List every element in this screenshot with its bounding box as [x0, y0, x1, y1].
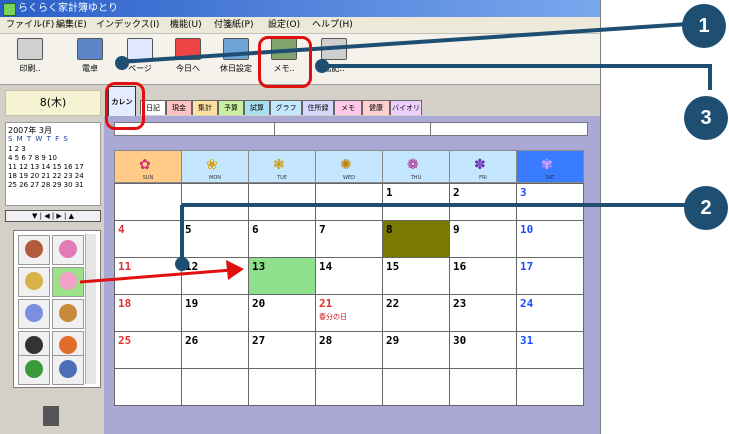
callout-badge-2: 2 — [684, 186, 728, 230]
drag-arrow — [79, 268, 233, 284]
highlight-calendar-tab — [105, 82, 145, 130]
callout-line-3 — [322, 64, 712, 90]
callout-badge-3: 3 — [684, 96, 728, 140]
callout-badge-1: 1 — [682, 4, 726, 48]
highlight-memo-button — [258, 36, 312, 88]
callout-dot-1 — [115, 56, 129, 70]
callout-dot-3 — [315, 59, 329, 73]
annotation-overlay — [79, 22, 712, 284]
callout-line-1 — [119, 22, 689, 64]
callout-dot-2 — [175, 257, 189, 271]
arrow-head — [226, 260, 244, 280]
